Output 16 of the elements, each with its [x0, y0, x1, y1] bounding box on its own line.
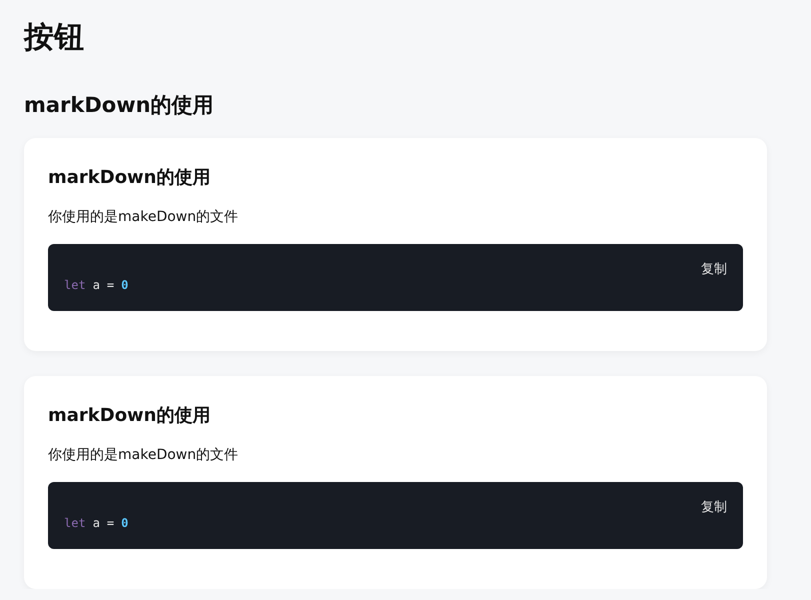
page-title: 按钮 — [24, 19, 85, 57]
code-token: a — [92, 277, 100, 294]
copy-button[interactable]: 复制 — [699, 258, 729, 280]
code-token: = — [106, 515, 114, 532]
code-token: a — [92, 515, 100, 532]
code-token: = — [106, 277, 114, 294]
code-token: let — [64, 515, 86, 532]
code-token: let — [64, 277, 86, 294]
code-token: 0 — [121, 515, 128, 532]
card-text: 你使用的是makeDown的文件 — [48, 208, 240, 227]
card-text: 你使用的是makeDown的文件 — [48, 446, 240, 465]
card-heading: markDown的使用 — [48, 404, 212, 428]
code-token: 0 — [121, 277, 128, 294]
copy-button[interactable]: 复制 — [699, 496, 729, 518]
card-heading: markDown的使用 — [48, 166, 212, 190]
section-title: markDown的使用 — [24, 92, 215, 119]
